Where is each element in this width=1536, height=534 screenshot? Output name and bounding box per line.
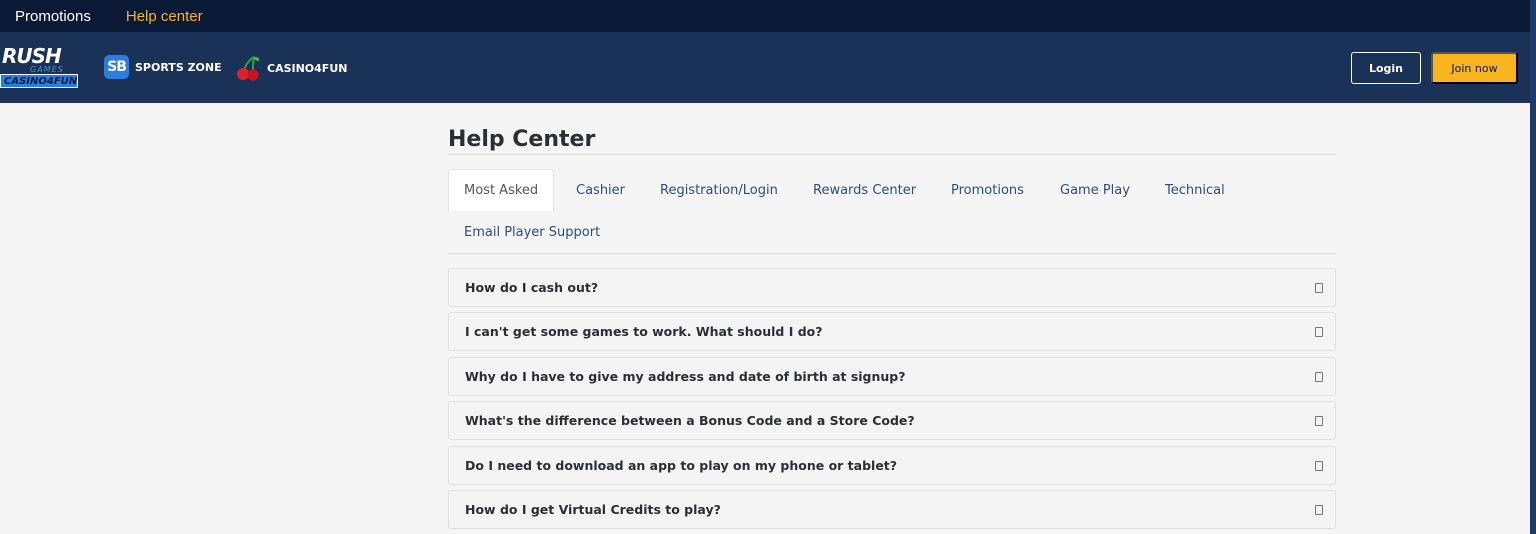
scrollbar-edge[interactable] <box>1530 0 1536 534</box>
tab-most-asked[interactable]: Most Asked <box>448 169 555 211</box>
cherry-icon <box>237 56 260 81</box>
divider <box>448 154 1336 155</box>
main-nav: RUSH GAMES CASINO4FUN SB SPORTS ZONE CAS… <box>0 32 1530 103</box>
tab-registration-login[interactable]: Registration/Login <box>660 169 778 211</box>
logo-text-casino: CASINO4FUN <box>0 74 78 88</box>
faq-question: How do I get Virtual Credits to play? <box>465 502 721 517</box>
tab-rewards-center[interactable]: Rewards Center <box>813 169 916 211</box>
nav-item-label: CASINO4FUN <box>267 61 348 75</box>
nav-item-label: SPORTS ZONE <box>135 60 222 74</box>
tab-technical[interactable]: Technical <box>1165 169 1225 211</box>
rush-games-logo[interactable]: RUSH GAMES CASINO4FUN <box>0 44 82 90</box>
faq-question: What's the difference between a Bonus Co… <box>465 413 915 428</box>
faq-item[interactable]: How do I get Virtual Credits to play? <box>448 490 1336 529</box>
faq-item[interactable]: How do I cash out? <box>448 268 1336 307</box>
tab-promotions[interactable]: Promotions <box>951 169 1024 211</box>
expand-icon <box>1315 327 1323 337</box>
expand-icon <box>1315 416 1323 426</box>
tab-game-play[interactable]: Game Play <box>1060 169 1130 211</box>
sb-icon: SB <box>104 55 129 79</box>
expand-icon <box>1315 372 1323 382</box>
divider <box>448 253 1336 254</box>
nav-item-casino4fun[interactable]: CASINO4FUN <box>235 55 347 81</box>
faq-item[interactable]: Why do I have to give my address and dat… <box>448 357 1336 396</box>
login-button[interactable]: Login <box>1351 52 1421 84</box>
faq-item[interactable]: What's the difference between a Bonus Co… <box>448 401 1336 440</box>
faq-question: I can't get some games to work. What sho… <box>465 324 823 339</box>
faq-item[interactable]: Do I need to download an app to play on … <box>448 446 1336 485</box>
faq-question: Do I need to download an app to play on … <box>465 458 898 473</box>
topbar-link-promotions[interactable]: Promotions <box>15 8 91 25</box>
faq-item[interactable]: I can't get some games to work. What sho… <box>448 312 1336 351</box>
faq-question: Why do I have to give my address and dat… <box>465 369 906 384</box>
top-bar: Promotions Help center <box>0 0 1536 32</box>
page-title: Help Center <box>448 127 596 152</box>
join-now-button[interactable]: Join now <box>1431 52 1518 84</box>
expand-icon <box>1315 461 1323 471</box>
expand-icon <box>1315 283 1323 293</box>
expand-icon <box>1315 505 1323 515</box>
tab-cashier[interactable]: Cashier <box>576 169 625 211</box>
topbar-link-help-center[interactable]: Help center <box>126 8 203 25</box>
tab-email-player-support[interactable]: Email Player Support <box>464 211 600 253</box>
faq-question: How do I cash out? <box>465 280 599 295</box>
logo-text-games: GAMES <box>30 65 64 74</box>
nav-item-sports-zone[interactable]: SB SPORTS ZONE <box>104 55 222 79</box>
